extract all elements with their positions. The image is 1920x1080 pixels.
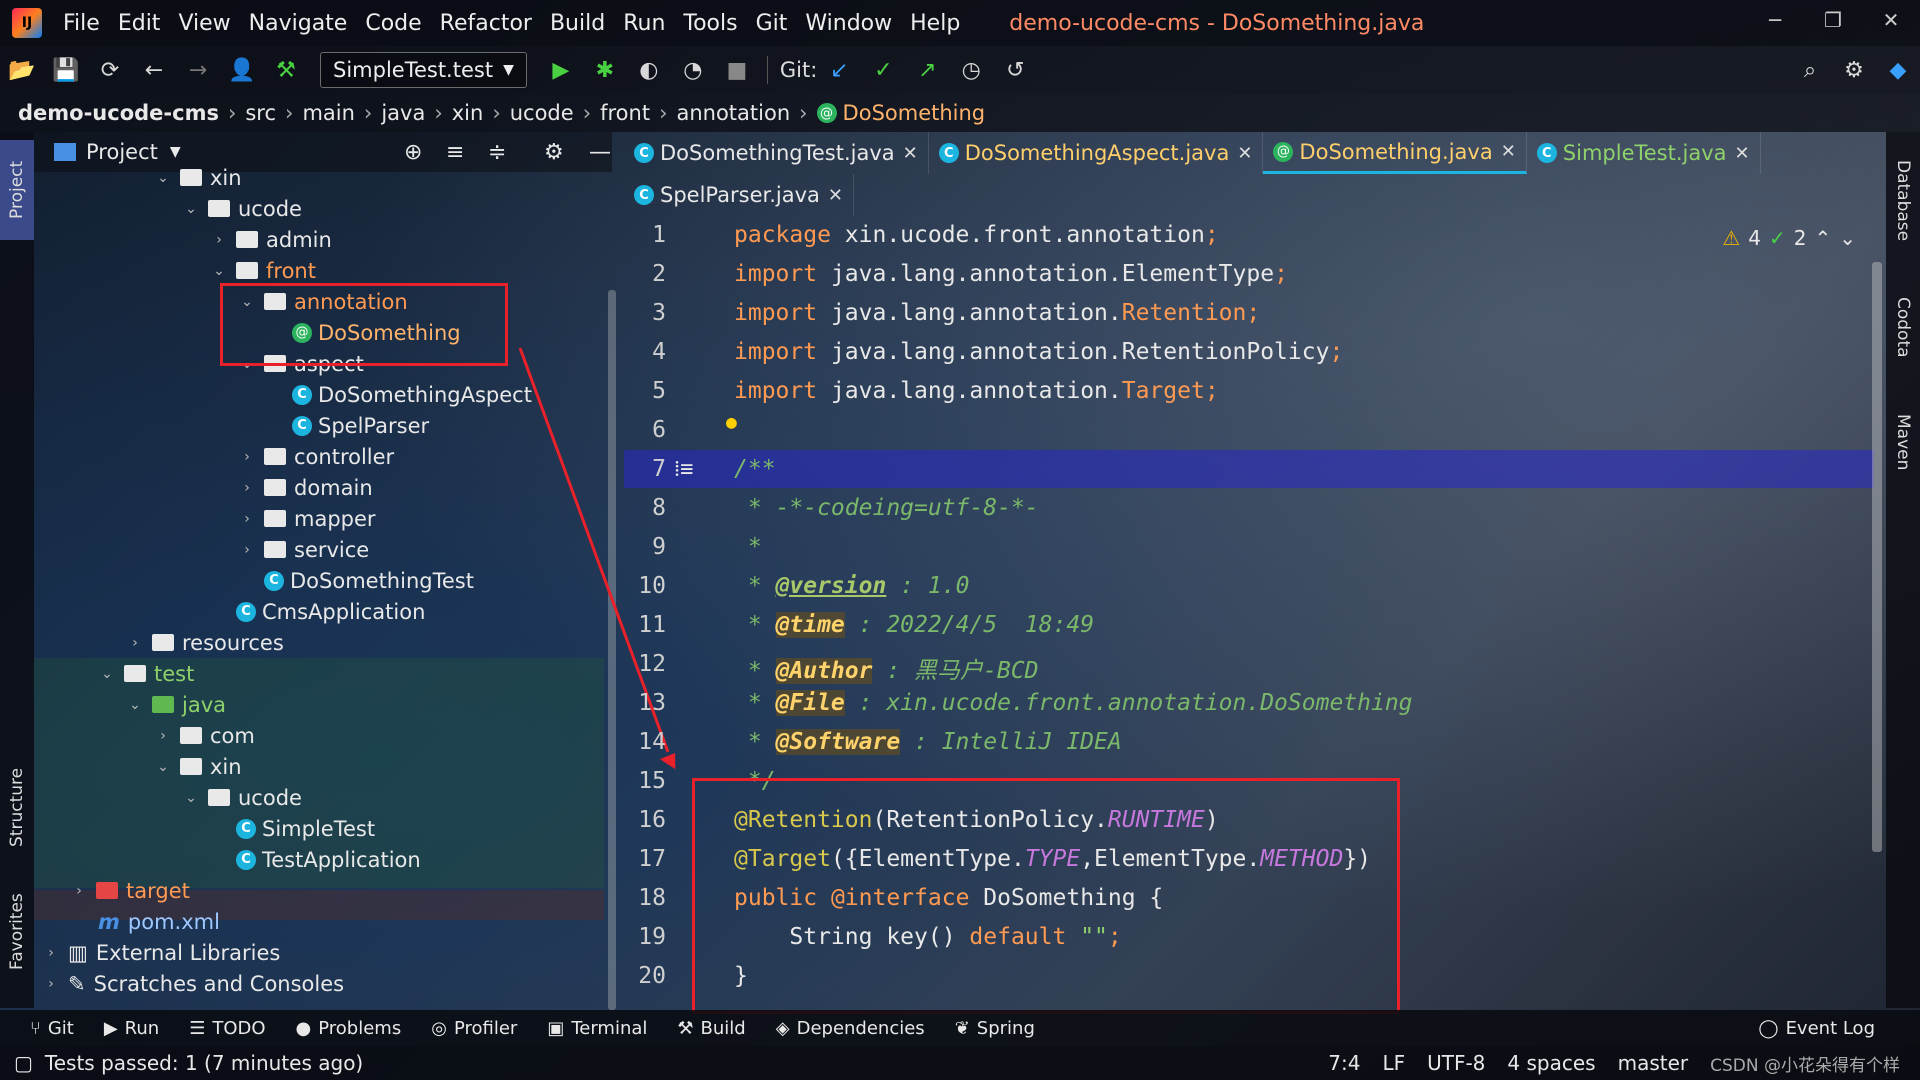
line-number: 7 <box>652 456 666 482</box>
profiler-icon: ◎ <box>431 1017 447 1039</box>
doc-render-icon[interactable]: ⁞≡ <box>674 456 693 482</box>
code-line-5: import java.lang.annotation.Target; <box>734 378 1219 404</box>
tool-tab-profiler[interactable]: ◎ Profiler <box>431 1018 517 1039</box>
code-line-10: * @version : 1.0 <box>734 573 970 599</box>
close-tab-icon[interactable]: ✕ <box>1237 143 1252 164</box>
line-number: 16 <box>638 807 666 833</box>
bottom-tool-tabs: ⑂ Git ▶ Run ☰ TODO ● Problems ◎ Profiler ▣ Ter… <box>0 1010 1920 1046</box>
tab-dosomething[interactable]: @ DoSomething.java ✕ <box>1263 132 1527 174</box>
line-number: 8 <box>652 495 666 521</box>
git-branch-icon: ⑂ <box>30 1017 41 1039</box>
code-line-4: import java.lang.annotation.RetentionPol… <box>734 339 1344 365</box>
tool-tab-dependencies[interactable]: ◈ Dependencies <box>776 1018 925 1039</box>
code-line-11: * @time : 2022/4/5 18:49 <box>734 612 1095 638</box>
line-number: 12 <box>638 651 666 677</box>
tool-tab-terminal[interactable]: ▣ Terminal <box>547 1018 647 1039</box>
tool-tab-event-log[interactable]: ◯ Event Log <box>1758 1018 1875 1039</box>
code-line-7: /** <box>734 456 776 482</box>
line-number: 15 <box>638 768 666 794</box>
watermark-text: CSDN @小花朵得有个样 <box>1710 1055 1900 1076</box>
todo-icon: ☰ <box>189 1017 206 1039</box>
editor-tab-row-1: C DoSomethingTest.java ✕ C DoSomethingAspec… <box>624 132 1884 174</box>
tool-tab-git[interactable]: ⑂ Git <box>30 1018 74 1039</box>
close-tab-icon[interactable]: ✕ <box>1735 143 1750 164</box>
tab-dosomethingtest[interactable]: C DoSomethingTest.java ✕ <box>624 132 929 174</box>
tab-dosomethingaspect[interactable]: C DoSomethingAspect.java ✕ <box>929 132 1264 174</box>
line-number: 9 <box>652 534 666 560</box>
editor-tab-row-2: C SpelParser.java ✕ <box>624 174 1884 216</box>
class-icon: C <box>634 143 654 163</box>
line-number: 17 <box>638 846 666 872</box>
code-line-3: import java.lang.annotation.Retention; <box>734 300 1261 326</box>
tab-simpletest[interactable]: C SimpleTest.java ✕ <box>1527 132 1761 174</box>
tool-tab-todo[interactable]: ☰ TODO <box>189 1018 265 1039</box>
layout-toggle-icon[interactable]: ▢ <box>14 1051 33 1075</box>
caret-position[interactable]: 7:4 <box>1328 1051 1360 1075</box>
class-icon: C <box>938 143 959 163</box>
line-number: 19 <box>638 924 666 950</box>
tool-tab-problems[interactable]: ● Problems <box>296 1018 402 1039</box>
line-number: 10 <box>638 573 666 599</box>
close-tab-icon[interactable]: ✕ <box>903 143 918 164</box>
class-icon: C <box>634 185 654 205</box>
close-tab-icon[interactable]: ✕ <box>1501 141 1516 162</box>
dependencies-icon: ◈ <box>775 1017 790 1039</box>
code-line-2: import java.lang.annotation.ElementType; <box>734 261 1288 287</box>
line-number: 4 <box>652 339 666 365</box>
file-encoding[interactable]: UTF-8 <box>1427 1051 1485 1075</box>
code-line-1: package xin.ucode.front.annotation; <box>734 222 1219 248</box>
code-highlight-box <box>692 778 1400 1014</box>
line-number: 3 <box>652 300 666 326</box>
line-number: 14 <box>638 729 666 755</box>
code-line-8: * -*-codeing=utf-8-*- <box>734 495 1039 521</box>
class-icon: C <box>1536 143 1557 163</box>
line-number: 11 <box>638 612 666 638</box>
status-message[interactable]: Tests passed: 1 (7 minutes ago) <box>45 1051 363 1075</box>
line-number: 6 <box>652 417 666 443</box>
line-number: 5 <box>652 378 666 404</box>
tool-tab-build[interactable]: ⚒ Build <box>677 1018 745 1039</box>
lightbulb-icon[interactable]: ● <box>726 412 737 433</box>
event-log-icon: ◯ <box>1758 1017 1779 1039</box>
annotation-icon: @ <box>1273 141 1294 162</box>
run-icon: ▶ <box>103 1017 118 1039</box>
line-number: 20 <box>638 963 666 989</box>
tool-tab-spring[interactable]: ❦ Spring <box>955 1018 1035 1039</box>
line-number: 1 <box>652 222 666 248</box>
current-line-highlight <box>624 450 1874 488</box>
code-line-9: * <box>734 534 762 560</box>
code-line-14: * @Software : IntelliJ IDEA <box>734 729 1122 755</box>
tab-spelparser[interactable]: C SpelParser.java ✕ <box>624 174 854 216</box>
editor-scrollbar[interactable] <box>1872 262 1882 852</box>
line-separator[interactable]: LF <box>1382 1051 1405 1075</box>
problems-icon: ● <box>295 1017 312 1039</box>
close-tab-icon[interactable]: ✕ <box>828 185 843 206</box>
terminal-icon: ▣ <box>547 1017 565 1039</box>
line-number: 2 <box>652 261 666 287</box>
tool-tab-run[interactable]: ▶ Run <box>104 1018 159 1039</box>
indent-setting[interactable]: 4 spaces <box>1507 1051 1595 1075</box>
line-number: 18 <box>638 885 666 911</box>
spring-leaf-icon: ❦ <box>954 1017 970 1039</box>
code-line-12: * @Author : 黑马户-BCD <box>734 658 1039 684</box>
git-branch[interactable]: master <box>1618 1051 1689 1075</box>
build-hammer-icon: ⚒ <box>677 1017 694 1039</box>
code-line-13: * @File : xin.ucode.front.annotation.DoS… <box>734 690 1413 716</box>
status-bar: ▢ Tests passed: 1 (7 minutes ago) 7:4 LF… <box>0 1046 1920 1080</box>
line-number: 13 <box>638 690 666 716</box>
